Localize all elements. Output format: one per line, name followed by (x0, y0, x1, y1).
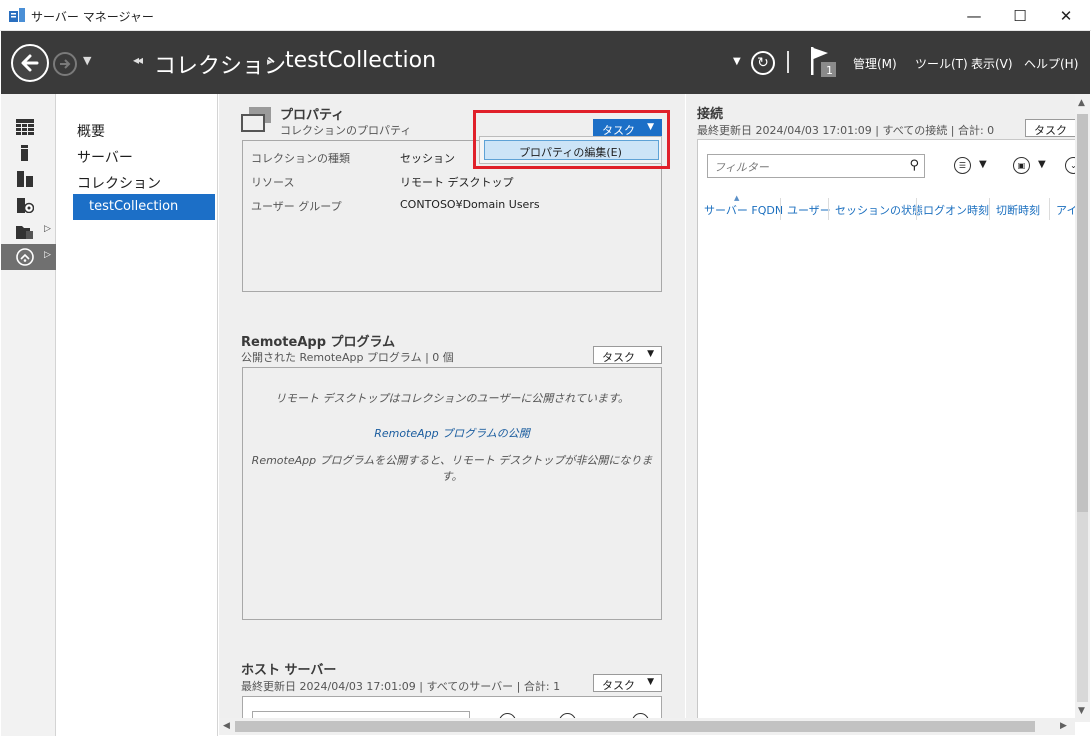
center-pane: プロパティ コレクションのプロパティ タスク ▼ コレクションの種類 セッション… (219, 94, 685, 730)
highlight-annotation (473, 110, 670, 169)
connections-filter-input[interactable]: フィルター ⚲ (707, 154, 925, 178)
folder-services-icon (16, 226, 33, 239)
prop-key: リソース (251, 176, 295, 189)
column-header-idle[interactable]: アイ (1056, 202, 1076, 218)
forward-button[interactable] (53, 52, 77, 76)
maximize-button[interactable]: ☐ (997, 0, 1043, 31)
connections-list: フィルター ⚲ ☰ ▼ ▣ ▼ ⌄ サーバー FQDN ▲ ユーザー セッション… (697, 139, 1082, 722)
remoteapp-panel: リモート デスクトップはコレクションのユーザーに公開されています。 Remote… (242, 367, 662, 620)
header-bar: ▼ ◂◂ コレクション ▸ testCollection ▼ ↻ 1 管理(M)… (1, 31, 1090, 94)
prop-key: ユーザー グループ (251, 200, 342, 213)
header-divider (787, 51, 789, 73)
filter-options-icon[interactable]: ☰ (954, 157, 971, 174)
nav-item-overview[interactable]: 概要 (77, 121, 105, 141)
prop-value: リモート デスクトップ (400, 176, 514, 189)
breadcrumb-separator-icon: ▸ (267, 55, 273, 68)
back-arrow-icon (21, 54, 39, 72)
column-divider[interactable] (780, 198, 781, 220)
history-dropdown-icon[interactable]: ▼ (83, 54, 91, 67)
horizontal-scroll-thumb[interactable] (235, 721, 1035, 732)
connections-pane: 接続 最終更新日 2024/04/03 17:01:09 | すべての接続 | … (686, 94, 1082, 722)
hosts-subtitle: 最終更新日 2024/04/03 17:01:09 | すべてのサーバー | 合… (241, 680, 561, 693)
all-servers-icon (17, 171, 33, 187)
vertical-scroll-thumb[interactable] (1077, 114, 1088, 512)
rail-remote-desktop[interactable]: ▷ (1, 244, 56, 270)
close-button[interactable]: ✕ (1043, 0, 1089, 31)
local-server-icon (21, 145, 28, 161)
chevron-down-icon: ▼ (647, 349, 654, 359)
menu-tools[interactable]: ツール(T) (915, 55, 968, 72)
remoteapp-info-text: リモート デスクトップはコレクションのユーザーに公開されています。 (275, 392, 629, 405)
remoteapp-note-text: RemoteApp プログラムを公開すると、リモート デスクトップが非公開になり… (251, 454, 653, 483)
server-manager-icon (9, 8, 25, 22)
scroll-up-icon[interactable]: ▲ (1078, 98, 1085, 108)
back-button[interactable] (11, 44, 49, 82)
scroll-right-icon[interactable]: ▶ (1060, 721, 1067, 731)
nav-item-collections[interactable]: コレクション (77, 173, 161, 193)
column-header-server-fqdn[interactable]: サーバー FQDN (704, 202, 783, 218)
rail-file-storage[interactable] (1, 192, 56, 218)
column-header-disconnect-time[interactable]: 切断時刻 (996, 202, 1040, 218)
nav-item-servers[interactable]: サーバー (77, 147, 133, 167)
sort-ascending-icon: ▲ (734, 194, 740, 202)
remoteapp-task-button[interactable]: タスク ▼ (593, 346, 662, 364)
rail-folder-services[interactable]: ▷ (1, 218, 56, 244)
rail-dashboard[interactable] (1, 114, 56, 140)
header-dropdown-icon[interactable]: ▼ (733, 56, 741, 67)
prop-key: コレクションの種類 (251, 152, 350, 165)
rail-all-servers[interactable] (1, 166, 56, 192)
vertical-scroll-track[interactable] (1077, 512, 1088, 702)
rail-local-server[interactable] (1, 140, 56, 166)
expand-caret-icon[interactable]: ▷ (44, 224, 51, 234)
column-divider[interactable] (989, 198, 990, 220)
expand-caret-icon[interactable]: ▷ (44, 250, 51, 260)
minimize-button[interactable]: — (951, 0, 997, 31)
horizontal-scrollbar[interactable]: ◀ ▶ (219, 718, 1075, 735)
menu-help[interactable]: ヘルプ(H) (1024, 55, 1078, 72)
breadcrumb-root-icon[interactable]: ◂◂ (133, 53, 143, 67)
remote-desktop-icon (16, 248, 34, 266)
scroll-down-icon[interactable]: ▼ (1078, 706, 1085, 716)
prop-value: CONTOSO¥Domain Users (400, 198, 540, 211)
hosts-title: ホスト サーバー (241, 663, 337, 678)
prop-value: セッション (400, 152, 455, 165)
breadcrumb-current[interactable]: testCollection (285, 48, 436, 73)
hosts-task-button[interactable]: タスク ▼ (593, 674, 662, 692)
chevron-down-icon[interactable]: ▼ (979, 159, 987, 170)
publish-remoteapp-link[interactable]: RemoteApp プログラムの公開 (243, 425, 661, 441)
column-header-user[interactable]: ユーザー (787, 202, 831, 218)
column-divider[interactable] (916, 198, 917, 220)
remoteapp-title: RemoteApp プログラム (241, 335, 396, 350)
nav-item-testcollection[interactable]: testCollection (73, 194, 215, 220)
properties-icon (241, 107, 271, 132)
scroll-left-icon[interactable]: ◀ (223, 721, 230, 731)
column-divider[interactable] (1049, 198, 1050, 220)
menu-view[interactable]: 表示(V) (971, 55, 1013, 72)
column-header-session-state[interactable]: セッションの状態 (835, 202, 923, 218)
svg-text:1: 1 (826, 64, 833, 77)
vertical-scrollbar[interactable]: ▲ ▼ (1075, 94, 1090, 722)
save-query-icon[interactable]: ▣ (1013, 157, 1030, 174)
notification-flag-icon[interactable]: 1 (808, 45, 838, 77)
chevron-down-icon[interactable]: ▼ (1038, 159, 1046, 170)
title-bar: サーバー マネージャー — ☐ ✕ (0, 0, 1091, 31)
file-storage-icon (17, 198, 34, 213)
menu-manage[interactable]: 管理(M) (853, 55, 897, 72)
window-title: サーバー マネージャー (31, 10, 154, 24)
forward-arrow-icon (60, 59, 71, 69)
remoteapp-subtitle: 公開された RemoteApp プログラム | 0 個 (241, 351, 454, 364)
connections-title: 接続 (697, 107, 724, 122)
refresh-icon[interactable]: ↻ (751, 51, 775, 75)
search-icon[interactable]: ⚲ (909, 158, 919, 173)
column-header-logon-time[interactable]: ログオン時刻 (923, 202, 989, 218)
nav-list: 概要 サーバー コレクション testCollection (57, 94, 218, 736)
connections-task-button[interactable]: タスク (1025, 119, 1075, 137)
chevron-down-icon: ▼ (647, 677, 654, 687)
connections-subtitle: 最終更新日 2024/04/03 17:01:09 | すべての接続 | 合計:… (697, 124, 995, 137)
column-divider[interactable] (828, 198, 829, 220)
properties-subtitle: コレクションのプロパティ (280, 124, 412, 137)
dashboard-icon (16, 119, 34, 135)
properties-title: プロパティ (280, 108, 345, 123)
icon-rail: ▷ ▷ (1, 94, 56, 736)
